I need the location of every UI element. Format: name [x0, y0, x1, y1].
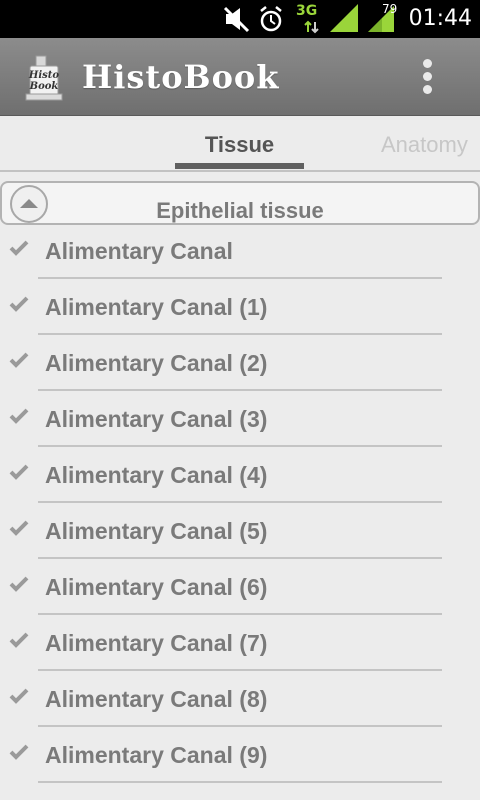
alarm-icon — [260, 6, 282, 32]
list-item[interactable]: Alimentary Canal (2) — [0, 336, 480, 392]
divider — [38, 333, 442, 335]
list-item-label: Alimentary Canal (9) — [45, 742, 268, 768]
divider — [38, 781, 442, 783]
tab-strip: Tissue Anatomy — [0, 116, 480, 172]
tab-anatomy[interactable]: Anatomy — [381, 132, 468, 158]
svg-text:Book: Book — [29, 81, 59, 92]
check-icon — [9, 240, 29, 256]
check-icon — [9, 576, 29, 592]
signal-icon — [330, 4, 358, 32]
app-logo-icon[interactable]: Histo Book — [24, 54, 64, 102]
svg-text:Histo: Histo — [28, 70, 59, 81]
list-item[interactable]: Alimentary Canal (8) — [0, 672, 480, 728]
divider — [38, 389, 442, 391]
clock: 01:44 — [408, 6, 472, 31]
group-title: Epithelial tissue — [156, 198, 324, 223]
list-item-label: Alimentary Canal (3) — [45, 406, 268, 432]
list-item[interactable]: Alimentary Canal (7) — [0, 616, 480, 672]
check-icon — [9, 520, 29, 536]
group-header[interactable]: Epithelial tissue — [0, 181, 480, 225]
list-item[interactable]: Alimentary Canal (9) — [0, 728, 480, 784]
overflow-menu-icon — [423, 59, 432, 68]
app-title: HistoBook — [82, 58, 280, 96]
divider — [38, 557, 442, 559]
list-item-label: Alimentary Canal (1) — [45, 294, 268, 320]
list-item[interactable]: Alimentary Canal (1) — [0, 280, 480, 336]
check-icon — [9, 352, 29, 368]
check-icon — [9, 632, 29, 648]
list-item[interactable]: Alimentary Canal (3) — [0, 392, 480, 448]
list-item-label: Alimentary Canal (6) — [45, 574, 268, 600]
battery-level: 79 — [382, 2, 398, 16]
list-item-label: Alimentary Canal — [45, 238, 233, 264]
list-item-label: Alimentary Canal (8) — [45, 686, 268, 712]
divider — [38, 445, 442, 447]
check-icon — [9, 408, 29, 424]
action-bar: Histo Book HistoBook — [0, 38, 480, 116]
status-bar: 3G 79 01:44 — [0, 0, 480, 38]
tab-indicator — [175, 163, 304, 169]
mute-icon — [223, 6, 250, 33]
list-item-label: Alimentary Canal (7) — [45, 630, 268, 656]
check-icon — [9, 744, 29, 760]
list-item-label: Alimentary Canal (5) — [45, 518, 268, 544]
overflow-menu-button[interactable] — [410, 56, 444, 98]
check-icon — [9, 296, 29, 312]
divider — [38, 669, 442, 671]
check-icon — [9, 464, 29, 480]
list-item-label: Alimentary Canal (2) — [45, 350, 268, 376]
list-item[interactable]: Alimentary Canal — [0, 224, 480, 280]
list-item[interactable]: Alimentary Canal (4) — [0, 448, 480, 504]
tissue-list: Alimentary Canal Alimentary Canal (1) Al… — [0, 224, 480, 784]
list-item[interactable]: Alimentary Canal (5) — [0, 504, 480, 560]
list-item-label: Alimentary Canal (4) — [45, 462, 268, 488]
data-3g-icon — [304, 20, 319, 34]
divider — [38, 277, 442, 279]
divider — [38, 725, 442, 727]
divider — [38, 613, 442, 615]
check-icon — [9, 688, 29, 704]
divider — [38, 501, 442, 503]
list-item[interactable]: Alimentary Canal (6) — [0, 560, 480, 616]
tab-tissue[interactable]: Tissue — [175, 132, 304, 158]
